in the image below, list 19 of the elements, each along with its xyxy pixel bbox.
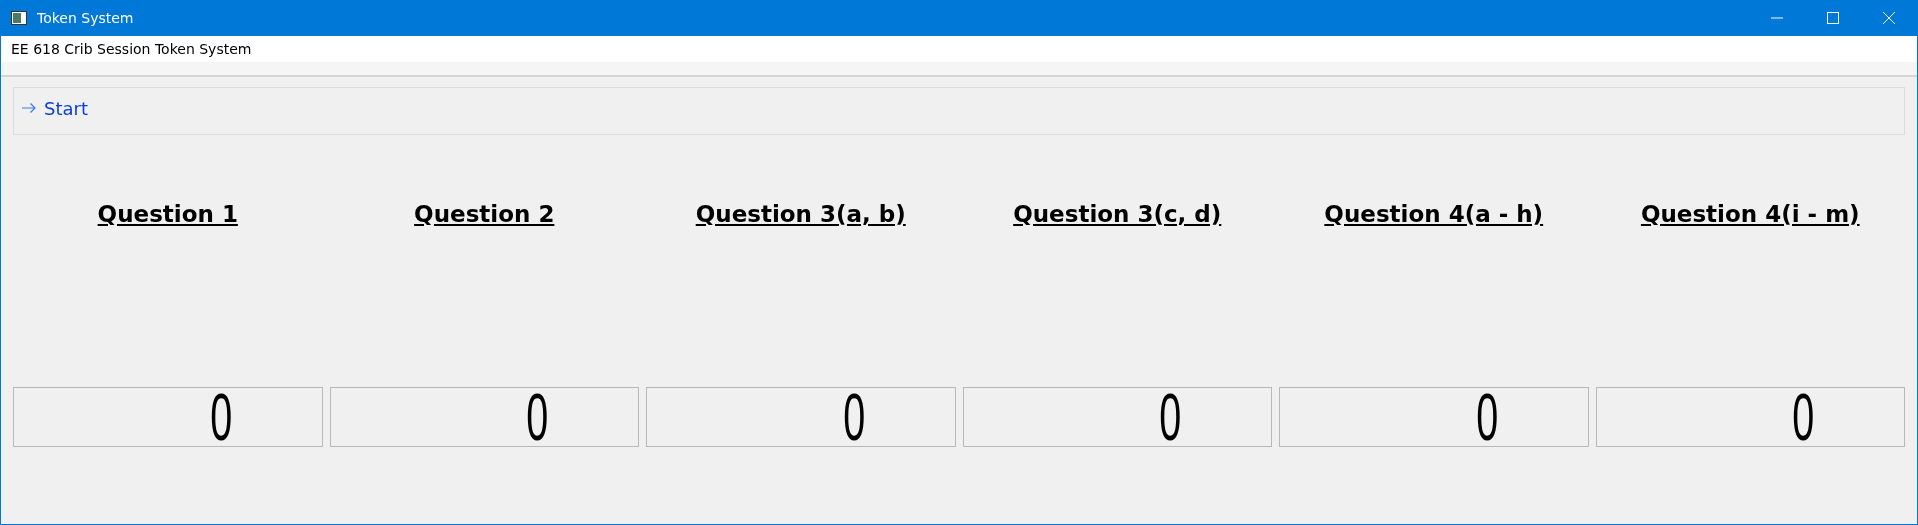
lcd-counter: 0 <box>1279 387 1589 447</box>
lcd-counter: 0 <box>962 387 1272 447</box>
close-icon <box>1883 12 1895 24</box>
question-heading: Question 4(i - m) <box>1640 201 1860 229</box>
question-heading: Question 2 <box>414 201 555 229</box>
maximize-icon <box>1827 12 1839 24</box>
header-text: EE 618 Crib Session Token System <box>11 41 252 57</box>
lcd-counter: 0 <box>1595 387 1905 447</box>
app-icon <box>11 11 27 25</box>
lcd-counter: 0 <box>13 387 323 447</box>
question-heading: Question 3(a, b) <box>695 201 906 229</box>
lcd-counter: 0 <box>646 387 956 447</box>
window-title: Token System <box>37 10 134 26</box>
arrow-icon <box>22 103 36 113</box>
question-heading: Question 3(c, d) <box>1013 201 1222 229</box>
lcd-counter: 0 <box>329 387 639 447</box>
question-heading: Question 4(a - h) <box>1324 201 1544 229</box>
start-button[interactable]: Start <box>14 97 88 119</box>
question-heading: Question 1 <box>97 201 238 229</box>
